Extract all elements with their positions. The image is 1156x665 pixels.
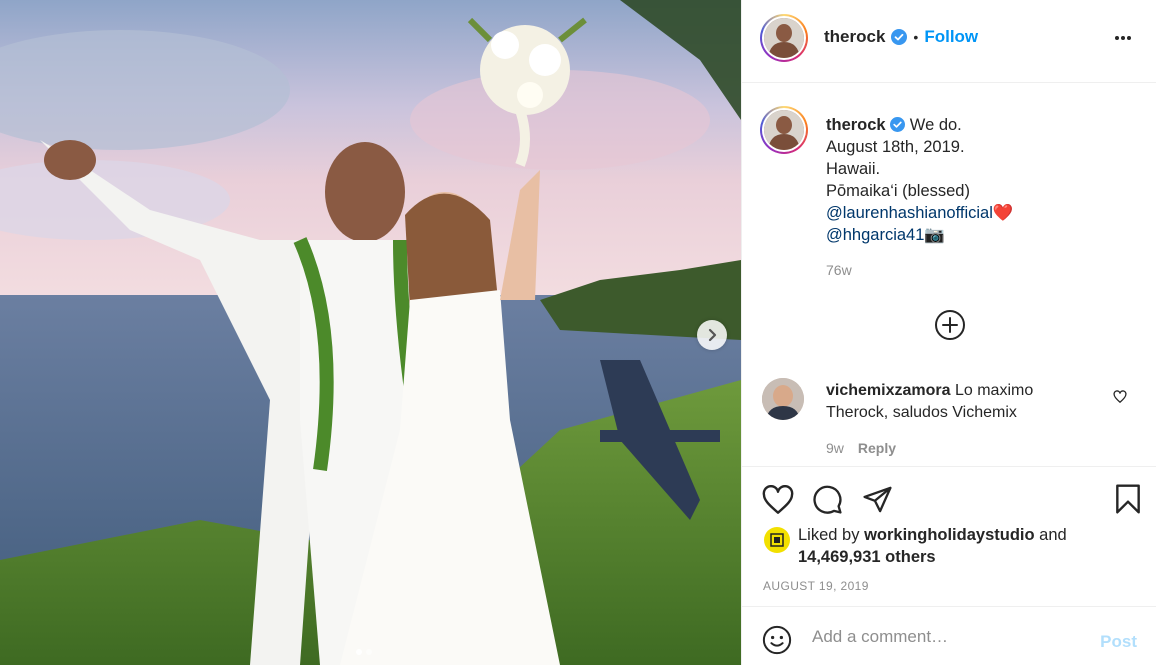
more-icon[interactable] [1113,28,1133,48]
mention-link[interactable]: @laurenhashianofficial [826,204,993,222]
post-comment-button[interactable]: Post [1100,632,1137,652]
post-date[interactable]: AUGUST 19, 2019 [763,579,869,593]
heart-emoji: ❤️ [992,204,1014,222]
comment-input[interactable] [812,627,1092,647]
comment-meta: 9w Reply [826,440,896,456]
liked-by-and: and [1039,526,1067,544]
post-media[interactable] [0,0,741,665]
caption-line: August 18th, 2019. [826,138,965,156]
heart-icon[interactable] [762,485,794,515]
next-media-button[interactable] [697,320,727,350]
post-header: therock • Follow [742,0,1156,83]
follow-button[interactable]: Follow [924,27,978,47]
liker-avatar-image [770,533,784,547]
caption-line: Pōmaika‘i (blessed) [826,182,970,200]
liked-by-prefix: Liked by [798,526,860,544]
next-arrow-icon [708,328,717,342]
emoji-icon[interactable] [762,625,792,655]
camera-emoji: 📷 [924,226,945,244]
author-username[interactable]: therock [824,27,885,47]
liked-by-user[interactable]: workingholidaystudio [864,526,1035,544]
post-details-panel: therock • Follow therock We do. August 1… [741,0,1156,665]
liked-by-text: Liked by workingholidaystudio and 14,469… [798,524,1128,568]
caption-author-avatar-image [764,110,804,150]
author-avatar[interactable] [760,14,808,62]
caption-line: Hawaii. [826,160,881,178]
commenter-username[interactable]: vichemixzamora [826,382,951,399]
comment-icon[interactable] [812,484,843,515]
caption-author-avatar[interactable] [760,106,808,154]
carousel-dot-active [356,649,362,655]
comment: vichemixzamora Lo maximo Therock, saludo… [826,380,1086,424]
mention-link[interactable]: @hhgarcia41 [826,226,924,244]
post-caption: therock We do. August 18th, 2019. Hawaii… [826,114,1126,246]
caption-username[interactable]: therock [826,116,886,134]
reply-button[interactable]: Reply [858,440,896,456]
carousel-indicator [356,649,372,655]
caption-lead: We do. [909,116,962,134]
comment-heart-icon[interactable] [1113,390,1127,404]
share-icon[interactable] [862,484,893,515]
verified-icon [891,29,908,45]
load-more-icon[interactable] [934,309,966,341]
bookmark-icon[interactable] [1114,483,1142,515]
verified-icon [890,117,906,132]
carousel-dot [366,649,372,655]
commenter-avatar[interactable] [762,378,804,420]
likes-count[interactable]: 14,469,931 others [798,548,936,566]
post-actions: Liked by workingholidaystudio and 14,469… [742,466,1156,606]
add-comment-bar: Post [742,606,1156,665]
separator-dot: • [913,29,919,45]
commenter-avatar-image [762,378,804,420]
caption-age[interactable]: 76w [826,262,852,278]
comment-age[interactable]: 9w [826,440,844,456]
author-avatar-image [764,18,804,58]
wedding-photo [0,0,741,665]
liker-avatar[interactable] [764,527,790,553]
